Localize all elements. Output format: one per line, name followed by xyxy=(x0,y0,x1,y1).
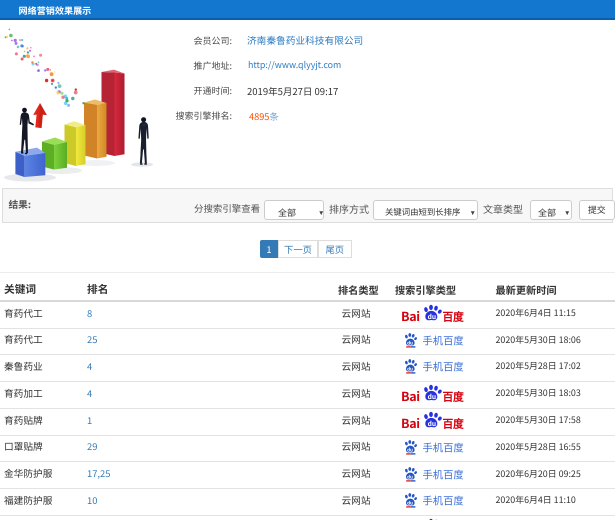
svg-text:手机百度: 手机百度 xyxy=(422,359,463,374)
svg-text:Bai: Bai xyxy=(401,386,420,403)
svg-text:Bai: Bai xyxy=(401,413,420,430)
svg-text:Bai: Bai xyxy=(401,306,420,323)
svg-text:du: du xyxy=(427,418,435,428)
svg-text:手机百度: 手机百度 xyxy=(422,466,463,481)
svg-text:du: du xyxy=(407,501,413,507)
svg-text:百度: 百度 xyxy=(442,309,463,323)
svg-text:手机百度: 手机百度 xyxy=(422,332,463,347)
svg-text:百度: 百度 xyxy=(442,389,463,403)
svg-text:du: du xyxy=(407,367,413,373)
svg-text:百度: 百度 xyxy=(442,416,463,430)
svg-text:du: du xyxy=(407,447,413,453)
svg-text:du: du xyxy=(407,340,413,346)
svg-text:手机百度: 手机百度 xyxy=(422,439,463,454)
svg-text:du: du xyxy=(427,311,435,321)
svg-text:du: du xyxy=(427,391,435,401)
svg-text:du: du xyxy=(407,474,413,480)
svg-text:手机百度: 手机百度 xyxy=(422,493,463,508)
